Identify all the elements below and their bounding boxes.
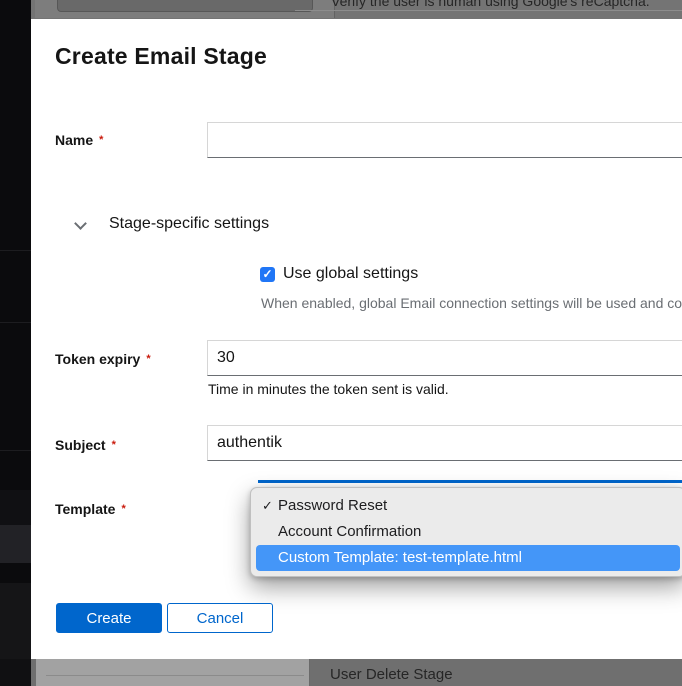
checkbox-checked-icon[interactable]: ✓: [260, 267, 275, 282]
section-label: Stage-specific settings: [109, 215, 269, 233]
create-button[interactable]: Create: [56, 603, 162, 633]
dropdown-option-account-confirmation[interactable]: Account Confirmation: [251, 519, 682, 545]
template-dropdown-menu: ✓ Password Reset Account Confirmation Cu…: [250, 487, 682, 577]
backdrop-row-divider: [46, 675, 304, 676]
backdrop-row-divider: [295, 10, 682, 11]
template-select-focus-edge[interactable]: [258, 480, 682, 483]
required-asterisk: *: [99, 134, 103, 146]
cancel-button[interactable]: Cancel: [167, 603, 273, 633]
backdrop-recaptcha-text: Verify the user is human using Google's …: [331, 0, 650, 9]
subject-label: Subject*: [55, 437, 116, 453]
stage-settings-section-toggle[interactable]: Stage-specific settings: [75, 215, 269, 233]
required-asterisk: *: [121, 503, 125, 515]
sidebar-nav-dimmed: [0, 0, 31, 686]
create-email-stage-modal: Create Email Stage Name* Stage-specific …: [31, 19, 682, 659]
backdrop-top-strip: Verify the user is human using Google's …: [31, 0, 682, 19]
check-icon: ✓: [262, 493, 273, 519]
chevron-down-icon: [75, 219, 85, 229]
subject-input[interactable]: [207, 425, 682, 461]
token-expiry-help: Time in minutes the token sent is valid.: [208, 381, 449, 397]
sidebar-item-dimmed: [0, 659, 31, 686]
sidebar-divider: [0, 322, 31, 323]
dropdown-option-password-reset[interactable]: ✓ Password Reset: [251, 493, 682, 519]
modal-title: Create Email Stage: [55, 43, 267, 70]
sidebar-divider: [0, 450, 31, 451]
use-global-settings-label: Use global settings: [283, 265, 418, 283]
sidebar-divider: [0, 250, 31, 251]
sidebar-item-dimmed: [0, 490, 31, 525]
sidebar-item-dimmed: [0, 583, 31, 659]
use-global-settings-help: When enabled, global Email connection se…: [261, 295, 682, 311]
name-label: Name*: [55, 132, 103, 148]
token-expiry-label: Token expiry*: [55, 351, 151, 367]
name-input[interactable]: [207, 122, 682, 158]
token-expiry-input[interactable]: [207, 340, 682, 376]
backdrop-user-delete-stage-text: User Delete Stage: [330, 666, 453, 683]
required-asterisk: *: [146, 353, 150, 365]
app-root: Verify the user is human using Google's …: [0, 0, 682, 686]
backdrop-bottom-strip: User Delete Stage: [31, 659, 682, 686]
backdrop-search-input-dimmed: [57, 0, 313, 12]
required-asterisk: *: [112, 439, 116, 451]
sidebar-item-active-dimmed: [0, 525, 31, 563]
use-global-settings-row[interactable]: ✓ Use global settings: [260, 265, 418, 283]
dropdown-option-custom-template[interactable]: Custom Template: test-template.html: [256, 545, 680, 571]
backdrop-table-card: [36, 659, 310, 686]
template-label: Template*: [55, 501, 126, 517]
